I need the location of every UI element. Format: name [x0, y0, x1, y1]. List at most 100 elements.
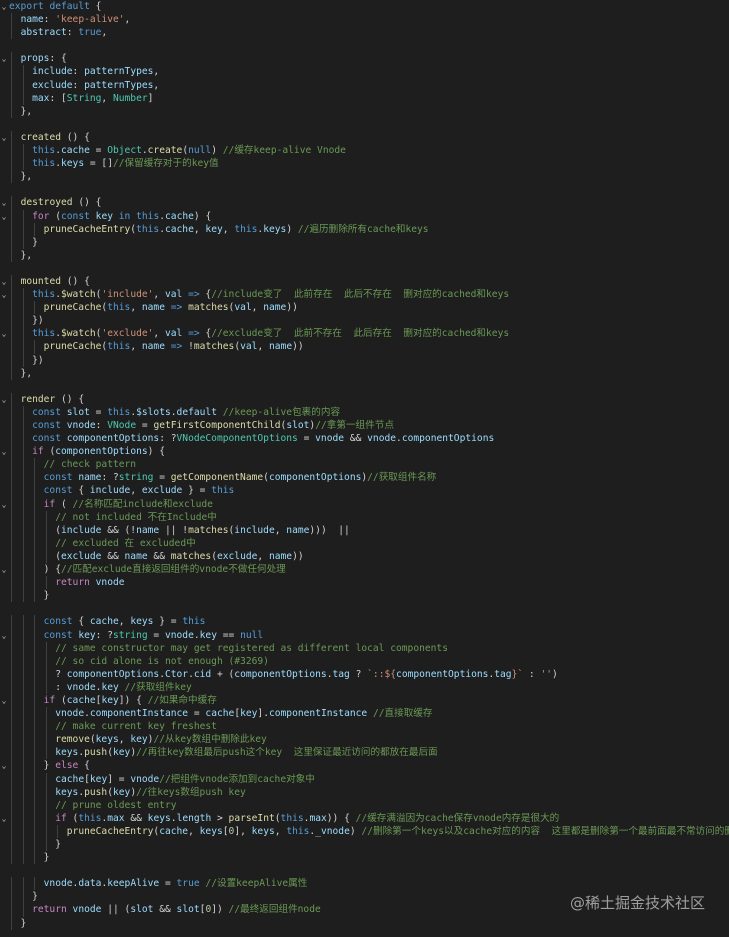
code-line[interactable]: cache[key] = vnode//把组件vnode添加到cache对象中	[0, 772, 729, 786]
code-line[interactable]: pruneCache(this, name => matches(val, na…	[0, 301, 729, 315]
code-line[interactable]: ⌄ destroyed () {	[0, 196, 729, 210]
code-line[interactable]: ⌄ export default {	[0, 0, 729, 13]
code-line[interactable]: // same constructor may get registered a…	[0, 641, 729, 655]
code-line[interactable]: }	[0, 916, 729, 930]
code-line[interactable]: })	[0, 353, 729, 367]
fold-chevron-icon[interactable]: ⌄	[0, 759, 8, 772]
code-line[interactable]: vnode.componentInstance = cache[key].com…	[0, 707, 729, 721]
code-line[interactable]: // excluded 在 excluded中	[0, 536, 729, 550]
code-line[interactable]: vnode.data.keepAlive = true //设置keepAliv…	[0, 877, 729, 891]
fold-chevron-icon[interactable]: ⌄	[0, 498, 8, 511]
code-line[interactable]: // not included 不在Include中	[0, 510, 729, 524]
code-line[interactable]: },	[0, 248, 729, 262]
code-line[interactable]: keys.push(key)//往keys数组push key	[0, 785, 729, 799]
code-line[interactable]: // prune oldest entry	[0, 798, 729, 812]
code-line[interactable]: pruneCache(this, name => !matches(val, n…	[0, 340, 729, 354]
fold-chevron-icon[interactable]: ⌄	[0, 629, 8, 642]
code-line[interactable]: ⌄ this.$watch('exclude', val => {//exclu…	[0, 327, 729, 341]
code-line[interactable]: const { include, exclude } = this	[0, 484, 729, 498]
fold-chevron-icon[interactable]: ⌄	[0, 563, 8, 576]
indent-guide	[22, 890, 24, 904]
indent-guide	[11, 903, 12, 917]
code-line[interactable]: })	[0, 314, 729, 328]
indent-guide	[34, 340, 36, 354]
code-line[interactable]: abstract: true,	[0, 26, 729, 40]
code-line[interactable]: const { cache, keys } = this	[0, 615, 729, 629]
code-line[interactable]: name: 'keep-alive',	[0, 13, 729, 27]
code-line[interactable]: },	[0, 104, 729, 118]
code-line[interactable]: }	[0, 589, 729, 603]
fold-chevron-icon[interactable]: ⌄	[0, 275, 8, 288]
code-line[interactable]: keys.push(key)//再往key数组最后push这个key 这里保证最…	[0, 746, 729, 760]
fold-chevron-icon[interactable]: ⌄	[0, 52, 8, 65]
code-line[interactable]: this.keys = []//保留缓存对于的key值	[0, 157, 729, 171]
fold-chevron-icon[interactable]: ⌄	[0, 131, 8, 144]
code-line[interactable]: this.cache = Object.create(null) //缓存kee…	[0, 144, 729, 158]
fold-chevron-icon[interactable]: ⌄	[0, 327, 8, 340]
code-line[interactable]: const name: ?string = getComponentName(c…	[0, 471, 729, 485]
code-line[interactable]: ⌄ render () {	[0, 392, 729, 406]
code-line[interactable]: }	[0, 851, 729, 865]
code-line[interactable]: (exclude && name && matches(exclude, nam…	[0, 549, 729, 564]
code-line[interactable]: ⌄ created () {	[0, 130, 729, 145]
code-token: 'include'	[101, 289, 154, 301]
code-line[interactable]: ? componentOptions.Ctor.cid + (component…	[0, 667, 729, 681]
code-line[interactable]: ⌄ if (componentOptions) {	[0, 445, 729, 459]
code-line[interactable]: ⌄ } else {	[0, 759, 729, 773]
code-token: //获取组件名称	[367, 472, 437, 484]
code-line[interactable]: ⌄ if (this.max && keys.length > parseInt…	[0, 811, 729, 825]
indent-guide	[11, 144, 12, 158]
fold-chevron-icon[interactable]: ⌄	[0, 0, 8, 13]
code-line[interactable]: }	[0, 235, 729, 249]
code-line[interactable]: const slot = this.$slots.default //keep-…	[0, 405, 729, 419]
fold-chevron-icon[interactable]: ⌄	[0, 812, 8, 825]
code-line[interactable]: pruneCacheEntry(cache, keys[0], keys, th…	[0, 824, 729, 838]
indent-guide	[45, 641, 47, 655]
code-token: name	[136, 524, 160, 536]
code-line[interactable]: ⌄ mounted () {	[0, 274, 729, 289]
code-line[interactable]	[0, 380, 729, 393]
code-line[interactable]: : vnode.key //获取组件key	[0, 680, 729, 694]
code-line[interactable]: },	[0, 170, 729, 184]
indent-guide	[11, 497, 12, 511]
code-editor[interactable]: ⌄ export default { name: 'keep-alive', ab…	[0, 0, 729, 937]
code-token: key	[101, 681, 119, 693]
fold-chevron-icon[interactable]: ⌄	[0, 393, 8, 406]
fold-chevron-icon[interactable]: ⌄	[0, 288, 8, 301]
code-line[interactable]: const componentOptions: ?VNodeComponentO…	[0, 432, 729, 446]
code-line[interactable]	[0, 39, 729, 52]
code-line[interactable]	[0, 262, 729, 275]
code-line[interactable]: return vnode	[0, 576, 729, 590]
indent-guide	[22, 432, 24, 446]
code-line[interactable]: pruneCacheEntry(this.cache, key, this.ke…	[0, 222, 729, 236]
code-line[interactable]	[0, 118, 729, 131]
code-line[interactable]	[0, 864, 729, 877]
fold-chevron-icon[interactable]: ⌄	[0, 210, 8, 223]
code-token: : ?	[101, 472, 119, 484]
code-line[interactable]: ⌄ ) {//匹配exclude直接返回组件的vnode不做任何处理	[0, 563, 729, 577]
code-line[interactable]	[0, 183, 729, 196]
code-line[interactable]	[0, 602, 729, 615]
code-token: name	[268, 550, 293, 562]
code-line[interactable]: // so cid alone is not enough (#3269)	[0, 654, 729, 668]
code-line[interactable]: },	[0, 366, 729, 380]
code-line[interactable]: ⌄ props: {	[0, 52, 729, 66]
code-line[interactable]: ⌄ if (cache[key]) { //如果命中缓存	[0, 693, 729, 708]
code-line[interactable]: }	[0, 838, 729, 852]
fold-chevron-icon[interactable]: ⌄	[0, 196, 8, 209]
code-line[interactable]: max: [String, Number]	[0, 91, 729, 105]
code-token: //往keys数组push key	[136, 786, 246, 798]
code-line[interactable]: // make current key freshest	[0, 720, 729, 734]
code-line[interactable]: // check pattern	[0, 458, 729, 472]
code-line[interactable]: const vnode: VNode = getFirstComponentCh…	[0, 419, 729, 433]
fold-chevron-icon[interactable]: ⌄	[0, 445, 8, 458]
code-line[interactable]: ⌄ this.$watch('include', val => {//inclu…	[0, 288, 729, 302]
code-line[interactable]: ⌄ if ( //名称匹配include和exclude	[0, 497, 729, 511]
fold-chevron-icon[interactable]: ⌄	[0, 694, 8, 707]
code-line[interactable]: exclude: patternTypes,	[0, 78, 729, 92]
code-line[interactable]: ⌄ const key: ?string = vnode.key == null	[0, 628, 729, 642]
code-line[interactable]: ⌄ for (const key in this.cache) {	[0, 209, 729, 223]
code-line[interactable]: include: patternTypes,	[0, 65, 729, 79]
code-line[interactable]: remove(keys, key)//从key数组中删除此key	[0, 733, 729, 747]
code-line[interactable]: (include && (!name || !matches(include, …	[0, 523, 729, 537]
